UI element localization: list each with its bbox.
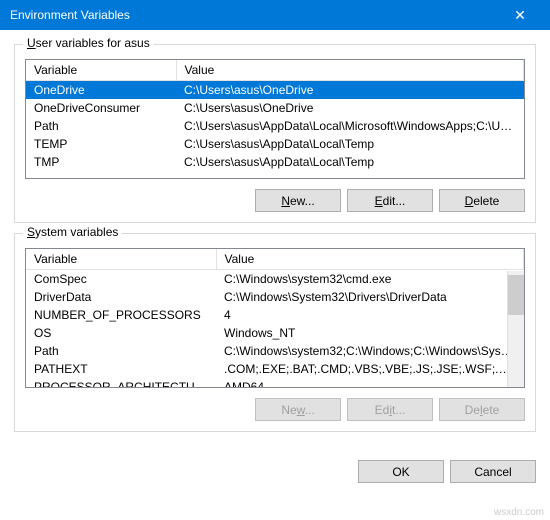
table-row[interactable]: NUMBER_OF_PROCESSORS 4 [26, 306, 524, 324]
titlebar[interactable]: Environment Variables ✕ [0, 0, 550, 30]
table-row[interactable]: OneDriveConsumer C:\Users\asus\OneDrive [26, 99, 524, 117]
user-variables-table-wrap: Variable Value OneDrive C:\Users\asus\On… [25, 59, 525, 179]
cell-variable: PROCESSOR_ARCHITECTURE [26, 378, 216, 388]
cancel-button[interactable]: Cancel [450, 460, 536, 483]
column-header-value[interactable]: Value [176, 60, 524, 81]
dialog-footer: OK Cancel [0, 452, 550, 497]
table-row[interactable]: OS Windows_NT [26, 324, 524, 342]
cell-value: C:\Users\asus\AppData\Local\Temp [176, 153, 524, 171]
cell-value: C:\Users\asus\AppData\Local\Microsoft\Wi… [176, 117, 524, 135]
cell-variable: TMP [26, 153, 176, 171]
edit-user-var-button[interactable]: Edit... [347, 189, 433, 212]
cell-variable: OS [26, 324, 216, 342]
table-row[interactable]: OneDrive C:\Users\asus\OneDrive [26, 81, 524, 100]
cell-variable: NUMBER_OF_PROCESSORS [26, 306, 216, 324]
table-row[interactable]: DriverData C:\Windows\System32\Drivers\D… [26, 288, 524, 306]
cell-variable: DriverData [26, 288, 216, 306]
edit-system-var-button[interactable]: Edit... [347, 398, 433, 421]
column-header-variable[interactable]: Variable [26, 249, 216, 270]
cell-variable: PATHEXT [26, 360, 216, 378]
table-row[interactable]: TEMP C:\Users\asus\AppData\Local\Temp [26, 135, 524, 153]
window-title: Environment Variables [10, 8, 130, 22]
cell-value: C:\Windows\system32\cmd.exe [216, 270, 524, 289]
cell-value: C:\Users\asus\OneDrive [176, 81, 524, 100]
table-row[interactable]: PROCESSOR_ARCHITECTURE AMD64 [26, 378, 524, 388]
new-user-var-button[interactable]: New... [255, 189, 341, 212]
cell-value: 4 [216, 306, 524, 324]
table-row[interactable]: Path C:\Users\asus\AppData\Local\Microso… [26, 117, 524, 135]
user-variables-table[interactable]: Variable Value OneDrive C:\Users\asus\On… [26, 60, 524, 171]
delete-user-var-button[interactable]: Delete [439, 189, 525, 212]
scrollbar[interactable] [507, 271, 524, 387]
table-row[interactable]: Path C:\Windows\system32;C:\Windows;C:\W… [26, 342, 524, 360]
cell-value: Windows_NT [216, 324, 524, 342]
table-row[interactable]: PATHEXT .COM;.EXE;.BAT;.CMD;.VBS;.VBE;.J… [26, 360, 524, 378]
dialog-content: User variables for asus Variable Value O… [0, 30, 550, 452]
cell-value: .COM;.EXE;.BAT;.CMD;.VBS;.VBE;.JS;.JSE;.… [216, 360, 524, 378]
ok-button[interactable]: OK [358, 460, 444, 483]
scroll-thumb[interactable] [508, 275, 524, 315]
system-variables-table[interactable]: Variable Value ComSpec C:\Windows\system… [26, 249, 524, 388]
column-header-value[interactable]: Value [216, 249, 524, 270]
new-system-var-button[interactable]: New... [255, 398, 341, 421]
system-variables-table-wrap: Variable Value ComSpec C:\Windows\system… [25, 248, 525, 388]
system-variables-label: System variables [23, 225, 122, 239]
column-header-variable[interactable]: Variable [26, 60, 176, 81]
cell-value: C:\Users\asus\OneDrive [176, 99, 524, 117]
close-icon[interactable]: ✕ [500, 7, 540, 24]
cell-value: AMD64 [216, 378, 524, 388]
cell-variable: OneDriveConsumer [26, 99, 176, 117]
cell-variable: Path [26, 117, 176, 135]
cell-value: C:\Windows\system32;C:\Windows;C:\Window… [216, 342, 524, 360]
cell-value: C:\Windows\System32\Drivers\DriverData [216, 288, 524, 306]
system-variables-group: System variables Variable Value ComSpec … [14, 233, 536, 432]
cell-variable: Path [26, 342, 216, 360]
user-variables-label: User variables for asus [23, 36, 154, 50]
delete-system-var-button[interactable]: Delete [439, 398, 525, 421]
user-buttons-row: New... Edit... Delete [25, 189, 525, 212]
user-variables-group: User variables for asus Variable Value O… [14, 44, 536, 223]
system-buttons-row: New... Edit... Delete [25, 398, 525, 421]
watermark: wsxdn.com [494, 507, 544, 518]
table-row[interactable]: ComSpec C:\Windows\system32\cmd.exe [26, 270, 524, 289]
cell-variable: OneDrive [26, 81, 176, 100]
cell-value: C:\Users\asus\AppData\Local\Temp [176, 135, 524, 153]
cell-variable: ComSpec [26, 270, 216, 289]
table-row[interactable]: TMP C:\Users\asus\AppData\Local\Temp [26, 153, 524, 171]
cell-variable: TEMP [26, 135, 176, 153]
